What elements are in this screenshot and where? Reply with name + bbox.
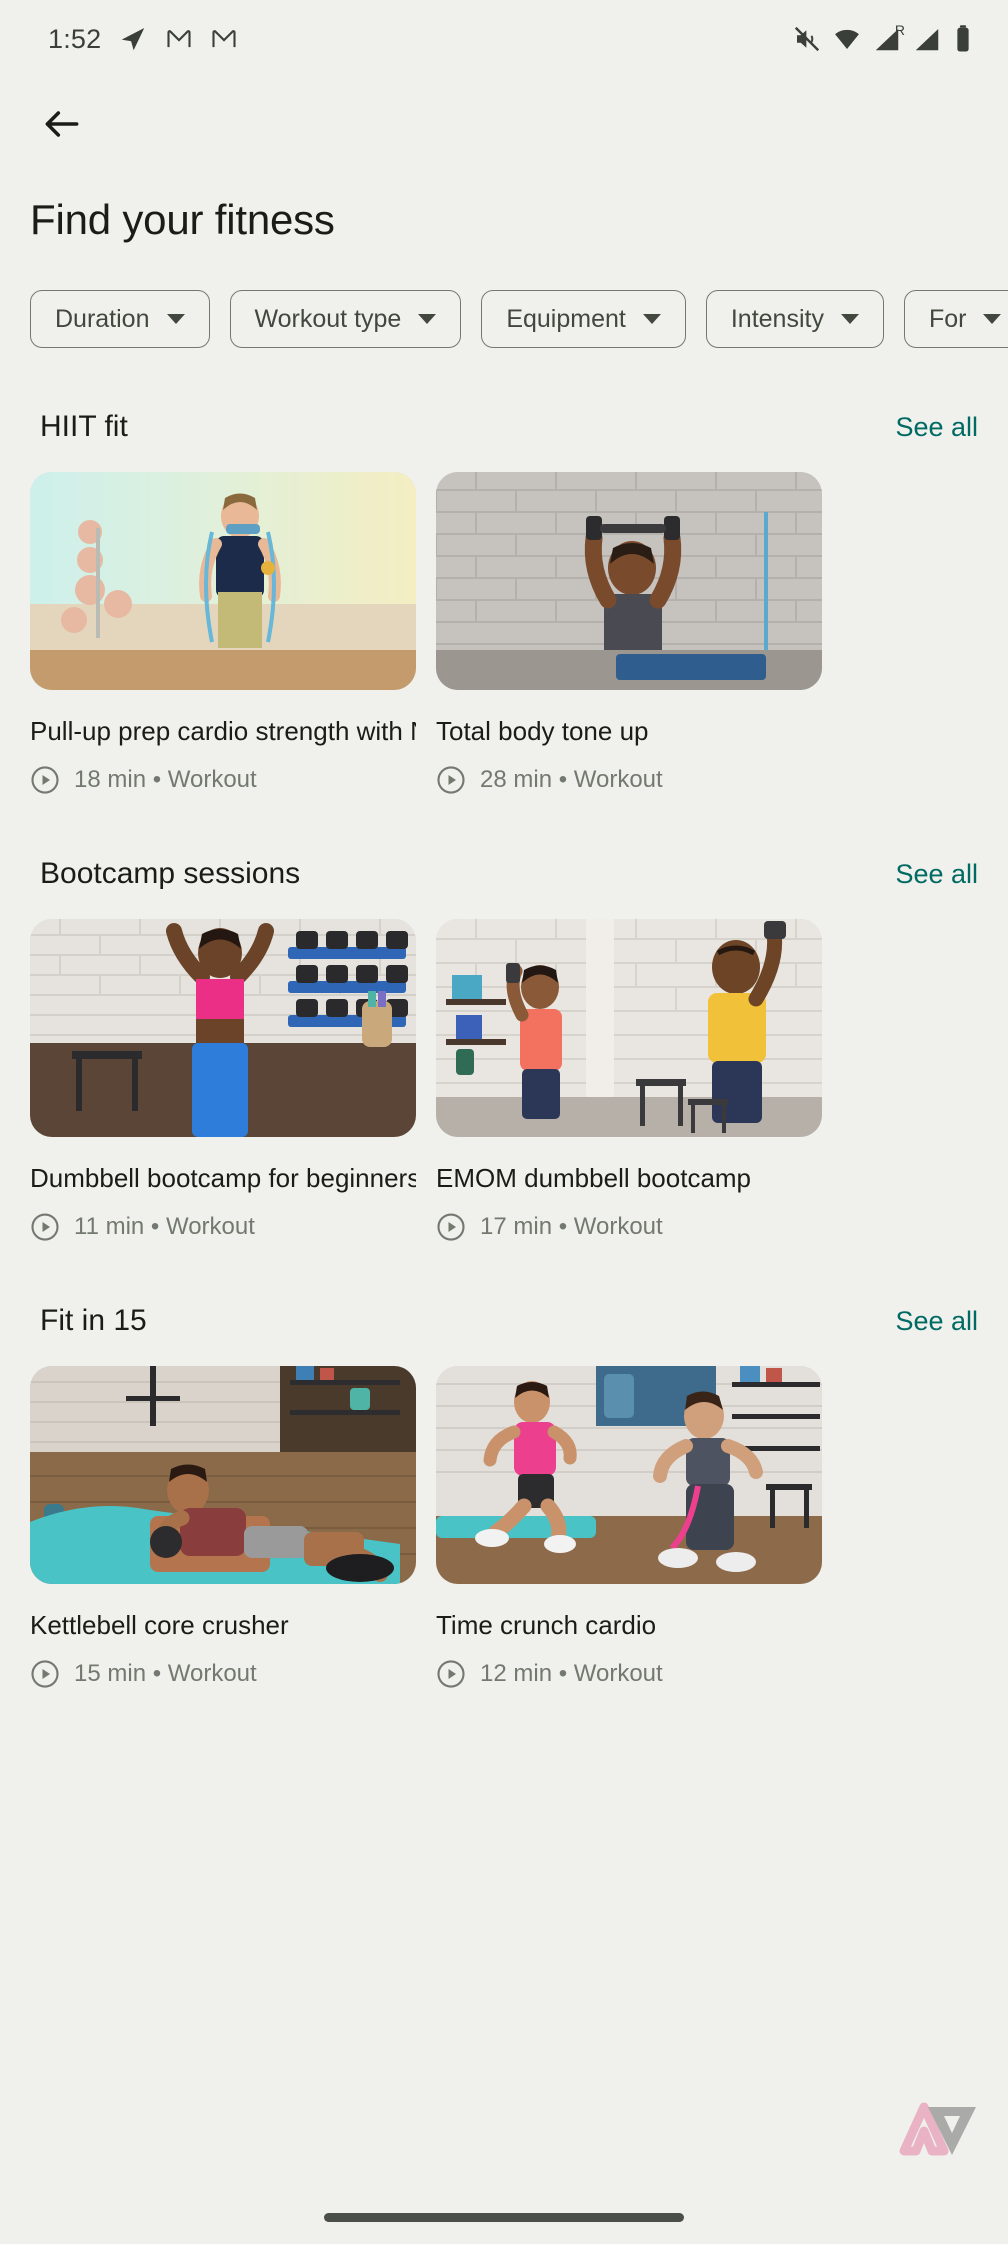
status-bar: 1:52 R (0, 0, 1008, 78)
workout-card[interactable]: Kettlebell core crusher 15 min • Workout (30, 1366, 416, 1689)
play-circle-icon (30, 1212, 60, 1242)
system-navigation-bar (0, 2182, 1008, 2244)
workout-card-meta-text: 17 min • Workout (480, 1213, 663, 1240)
workout-card[interactable]: EMOM dumbbell bootcamp 17 min • Workout (436, 919, 822, 1242)
chevron-down-icon (840, 314, 859, 324)
see-all-link[interactable]: See all (895, 859, 978, 890)
back-arrow-icon (40, 102, 84, 151)
workout-card-title: Pull-up prep cardio strength with Natali… (30, 716, 416, 746)
chip-label: For (928, 304, 967, 333)
app-bar (0, 78, 1008, 174)
section-hiit-fit: HIIT fit See all Pull-up prep cardio str… (0, 410, 1008, 795)
chevron-down-icon (642, 314, 661, 324)
workout-thumbnail[interactable] (436, 919, 822, 1137)
workout-card-title: Time crunch cardio (436, 1610, 657, 1640)
section-bootcamp-sessions: Bootcamp sessions See all Dumbbell bootc… (0, 857, 1008, 1242)
workout-thumbnail[interactable] (436, 1366, 822, 1584)
play-circle-icon (30, 1659, 60, 1689)
filter-chip-intensity[interactable]: Intensity (705, 290, 884, 348)
app-screen: 1:52 R Find your fitness Duration Workou… (0, 0, 1008, 2244)
chevron-down-icon (983, 314, 1002, 324)
android-police-logo (866, 2089, 986, 2172)
section-header: Fit in 15 See all (0, 1304, 1008, 1338)
workout-thumbnail[interactable] (30, 472, 416, 690)
chip-label: Equipment (506, 304, 626, 333)
card-carousel[interactable]: Pull-up prep cardio strength with Natali… (0, 444, 1008, 795)
filter-chip-workout-type[interactable]: Workout type (229, 290, 462, 348)
workout-thumbnail[interactable] (436, 472, 822, 690)
status-bar-right: R (792, 22, 974, 54)
chip-label: Intensity (730, 304, 824, 333)
chip-label: Workout type (254, 304, 402, 333)
card-carousel[interactable]: Dumbbell bootcamp for beginners 11 min •… (0, 891, 1008, 1242)
gmail-icon (165, 25, 193, 53)
see-all-link[interactable]: See all (895, 412, 978, 443)
workout-card-meta-text: 15 min • Workout (74, 1660, 257, 1687)
workout-card-meta-text: 12 min • Workout (480, 1660, 663, 1687)
workout-card-title: Kettlebell core crusher (30, 1610, 289, 1640)
page-title: Find your fitness (30, 196, 335, 243)
chevron-down-icon (166, 314, 185, 324)
workout-card-meta-text: 11 min • Workout (74, 1213, 255, 1240)
filter-chip-for[interactable]: For (903, 290, 1008, 348)
workout-card[interactable]: Time crunch cardio 12 min • Workout (436, 1366, 822, 1689)
telegram-icon (118, 24, 148, 54)
chevron-down-icon (418, 314, 437, 324)
workout-card-meta: 12 min • Workout (436, 1659, 822, 1689)
signal-icon (912, 24, 942, 54)
section-fit-in-15: Fit in 15 See all Kettlebell core crushe… (0, 1304, 1008, 1689)
signal-roaming-icon: R (872, 22, 905, 54)
workout-card-meta: 18 min • Workout (30, 765, 416, 795)
play-circle-icon (436, 1212, 466, 1242)
play-circle-icon (30, 765, 60, 795)
workout-card[interactable]: Total body tone up 28 min • Workout (436, 472, 822, 795)
workout-card-title: Dumbbell bootcamp for beginners (30, 1163, 416, 1193)
see-all-link[interactable]: See all (895, 1306, 978, 1337)
workout-card-meta-text: 28 min • Workout (480, 766, 663, 793)
play-circle-icon (436, 765, 466, 795)
filter-chip-duration[interactable]: Duration (30, 290, 210, 348)
workout-card-title: EMOM dumbbell bootcamp (436, 1163, 752, 1193)
workout-thumbnail[interactable] (30, 919, 416, 1137)
workout-card-meta: 11 min • Workout (30, 1212, 416, 1242)
section-title: HIIT fit (40, 410, 128, 443)
status-bar-left: 1:52 (48, 24, 238, 55)
section-header: Bootcamp sessions See all (0, 857, 1008, 891)
workout-card[interactable]: Dumbbell bootcamp for beginners 11 min •… (30, 919, 416, 1242)
gesture-handle[interactable] (324, 2213, 684, 2222)
section-header: HIIT fit See all (0, 410, 1008, 444)
back-button[interactable] (30, 94, 94, 158)
filter-chip-row[interactable]: Duration Workout type Equipment Intensit… (0, 244, 1008, 348)
section-title: Bootcamp sessions (40, 857, 301, 890)
chip-label: Duration (55, 304, 150, 333)
gmail-icon (210, 25, 238, 53)
status-bar-clock: 1:52 (48, 23, 102, 54)
workout-card-meta: 15 min • Workout (30, 1659, 416, 1689)
battery-icon (952, 24, 974, 54)
workout-card-title: Total body tone up (436, 716, 649, 746)
workout-card-meta-text: 18 min • Workout (74, 766, 257, 793)
play-circle-icon (436, 1659, 466, 1689)
workout-thumbnail[interactable] (30, 1366, 416, 1584)
filter-chip-equipment[interactable]: Equipment (481, 290, 686, 348)
mute-icon (792, 24, 822, 54)
roaming-label: R (894, 22, 905, 38)
workout-card-meta: 17 min • Workout (436, 1212, 822, 1242)
workout-card[interactable]: Pull-up prep cardio strength with Natali… (30, 472, 416, 795)
workout-card-meta: 28 min • Workout (436, 765, 822, 795)
section-title: Fit in 15 (40, 1304, 147, 1337)
wifi-icon (832, 24, 862, 54)
card-carousel[interactable]: Kettlebell core crusher 15 min • Workout (0, 1338, 1008, 1689)
